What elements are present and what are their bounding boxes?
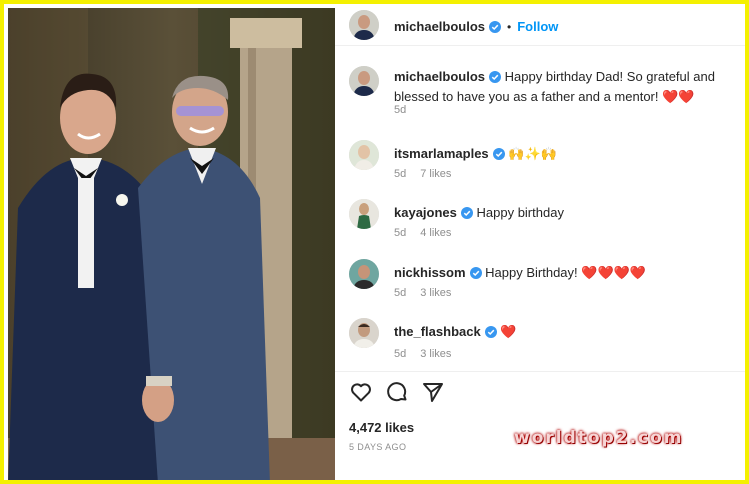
comment-text: nickhissom Happy Birthday! ❤️❤️❤️❤️	[394, 264, 739, 284]
verified-badge-icon	[489, 20, 502, 38]
comment-likes[interactable]: 4 likes	[420, 227, 451, 239]
post-frame: michaelboulos • Follow michaelboulos Happy…	[0, 0, 749, 484]
comment-emoji: 🙌✨🙌	[508, 146, 557, 161]
comment-username[interactable]: kayajones	[394, 205, 457, 220]
caption-text: michaelboulos Happy birthday Dad! So gra…	[394, 68, 739, 106]
comment-meta: 5d 3 likes	[394, 287, 465, 299]
comment-username[interactable]: the_flashback	[394, 324, 481, 339]
post-photo	[8, 8, 335, 480]
avatar[interactable]	[349, 318, 379, 348]
comment-meta: 5d 3 likes	[394, 348, 465, 360]
likes-count[interactable]: 4,472 likes	[349, 420, 414, 435]
photo-image	[8, 8, 335, 480]
comment-likes[interactable]: 7 likes	[420, 168, 451, 180]
comment-emoji: ❤️	[500, 324, 517, 339]
comment-text: kayajones Happy birthday	[394, 204, 739, 224]
comment-row: kayajones Happy birthday 5d 4 likes	[335, 199, 745, 243]
verified-badge-icon	[492, 147, 505, 165]
verified-badge-icon	[489, 70, 502, 88]
comment-time[interactable]: 5d	[394, 287, 406, 299]
comment-likes[interactable]: 3 likes	[420, 348, 451, 360]
caption-username[interactable]: michaelboulos	[394, 69, 485, 84]
comment-icon[interactable]	[385, 380, 409, 409]
comment-emoji: ❤️❤️❤️❤️	[581, 265, 647, 280]
separator-dot: •	[507, 20, 512, 34]
comment-time[interactable]: 5d	[394, 227, 406, 239]
action-bar	[349, 380, 739, 406]
share-icon[interactable]	[421, 380, 445, 409]
comment-body: Happy birthday	[476, 205, 564, 220]
verified-badge-icon	[469, 266, 482, 284]
divider	[335, 371, 745, 372]
caption-emoji: ❤️❤️	[662, 89, 695, 104]
caption-meta: 5d	[394, 104, 420, 116]
verified-badge-icon	[484, 325, 497, 343]
comment-time[interactable]: 5d	[394, 348, 406, 360]
comment-meta: 5d 7 likes	[394, 168, 465, 180]
comment-row: itsmarlamaples 🙌✨🙌 5d 7 likes	[335, 140, 745, 184]
caption-time[interactable]: 5d	[394, 104, 406, 116]
avatar[interactable]	[349, 140, 379, 170]
comment-likes[interactable]: 3 likes	[420, 287, 451, 299]
avatar[interactable]	[349, 10, 379, 40]
follow-button[interactable]: Follow	[517, 19, 558, 34]
avatar[interactable]	[349, 66, 379, 96]
watermark-text: worldtop2.com	[514, 428, 684, 448]
heart-icon[interactable]	[349, 380, 373, 409]
comment-text: itsmarlamaples 🙌✨🙌	[394, 145, 739, 165]
comment-meta: 5d 4 likes	[394, 227, 465, 239]
post-header: michaelboulos • Follow	[335, 8, 745, 46]
comment-username[interactable]: itsmarlamaples	[394, 146, 489, 161]
comment-text: the_flashback ❤️	[394, 323, 739, 343]
comment-username[interactable]: nickhissom	[394, 265, 466, 280]
author-username[interactable]: michaelboulos	[394, 19, 485, 34]
comment-body: Happy Birthday!	[485, 265, 578, 280]
post-time[interactable]: 5 DAYS AGO	[349, 442, 406, 452]
comment-time[interactable]: 5d	[394, 168, 406, 180]
comment-row: nickhissom Happy Birthday! ❤️❤️❤️❤️ 5d 3 …	[335, 259, 745, 303]
avatar[interactable]	[349, 199, 379, 229]
comment-row: the_flashback ❤️ 5d 3 likes	[335, 318, 745, 362]
caption-row: michaelboulos Happy birthday Dad! So gra…	[335, 66, 745, 120]
verified-badge-icon	[460, 206, 473, 224]
avatar[interactable]	[349, 259, 379, 289]
post-sidebar: michaelboulos • Follow michaelboulos Happy…	[335, 8, 745, 480]
